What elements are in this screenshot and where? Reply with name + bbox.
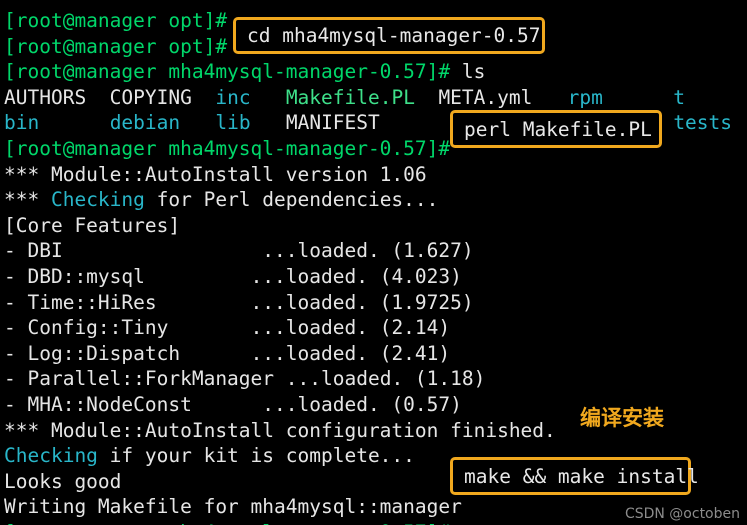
highlight-box-perl-command: perl Makefile.PL [450,110,662,148]
output-checking-keyword: Checking [50,188,145,212]
output-writing-makefile: Writing Makefile for mha4mysql::manager [4,495,462,519]
ls-gap [251,111,286,134]
ls-entry-tests: tests [673,111,733,135]
ls-gap [86,86,109,109]
ls-entry-lib: lib [215,111,251,135]
watermark-csdn: CSDN @octoben [624,506,740,522]
terminal-line-dep-4: - Config::Tiny ...loaded. (2.14) [0,315,747,341]
dep-module-name: - Config::Tiny [4,316,169,340]
dep-status: ...loaded. (0.57) [262,392,462,416]
highlight-box-make-command: make && make install [450,457,699,495]
ls-entry-bin: bin [4,111,40,135]
ls-entry-copying: COPYING [109,85,192,109]
shell-prompt: [root@manager opt]# [4,9,228,32]
output-config-finished: *** Module::AutoInstall configuration fi… [4,418,556,442]
dep-module-name: - Parallel::ForkManager [4,367,275,391]
dep-module-name: - MHA::NodeConst [4,392,192,416]
ls-entry-inc: inc [215,85,251,109]
ls-gap [415,86,438,109]
highlight-text-cd: cd mha4mysql-manager-0.57 [247,24,541,47]
dep-gap [192,393,262,416]
terminal-line-autoinstall-version: *** Module::AutoInstall version 1.06 [0,162,747,188]
output-autoinstall-version: *** Module::AutoInstall version 1.06 [4,162,427,186]
dep-module-name: - DBI [4,239,63,263]
output-core-features-header: [Core Features] [4,213,181,237]
dep-status: ...loaded. (1.9725) [250,290,474,314]
dep-status: ...loaded. (1.627) [262,239,474,263]
output-looks-good: Looks good [4,469,122,493]
terminal-line-dep-3: - Time::HiRes ...loaded. (1.9725) [0,290,747,316]
highlight-box-cd-command: cd mha4mysql-manager-0.57 [233,17,545,54]
output-checking-kit-rest: if your kit is complete... [97,444,415,468]
terminal-line-ls-row-1: AUTHORS COPYING inc Makefile.PL META.yml… [0,85,747,111]
dep-status: ...loaded. (2.41) [250,341,451,365]
terminal-line-prompt-3: [root@manager mha4mysql-manager-0.57]# l… [0,59,747,85]
dep-gap [168,316,250,339]
ls-entry-manifest: MANIFEST [285,111,380,135]
terminal-line-dep-2: - DBD::mysql ...loaded. (4.023) [0,264,747,290]
ls-gap [251,86,286,109]
ls-gap [180,111,215,134]
highlight-text-make: make && make install [464,464,699,488]
ls-gap [603,86,673,109]
terminal-line-core-features: [Core Features] [0,213,747,239]
dep-gap [145,265,251,288]
annotation-compile-install: 编译安装 [580,406,664,430]
ls-entry-t: t [673,85,686,109]
dep-gap [63,239,263,262]
terminal-line-dep-6: - Parallel::ForkManager ...loaded. (1.18… [0,366,747,392]
output-asterisk-prefix: *** [4,188,51,212]
ls-gap [532,86,567,109]
highlight-text-perl: perl Makefile.PL [464,117,652,141]
output-checking-keyword: Checking [4,444,98,468]
command-ls: ls [450,60,486,84]
dep-module-name: - Log::Dispatch [4,341,181,365]
dep-status: ...loaded. (2.14) [250,316,451,340]
dep-status: ...loaded. (4.023) [250,264,462,288]
ls-gap [192,86,215,109]
terminal-line-dep-1: - DBI ...loaded. (1.627) [0,238,747,264]
dep-gap [157,291,251,314]
dep-gap [180,342,250,365]
terminal-line-dep-5: - Log::Dispatch ...loaded. (2.41) [0,341,747,367]
output-checking-deps-rest: for Perl dependencies... [144,188,439,212]
ls-entry-debian: debian [109,111,181,135]
ls-entry-rpm: rpm [567,85,603,109]
shell-prompt: [root@manager mha4mysql-manager-0.57]# [4,521,450,525]
shell-prompt: [root@manager mha4mysql-manager-0.57]# [4,60,451,84]
shell-prompt: [root@manager opt]# [4,34,228,58]
dep-gap [274,367,286,390]
dep-module-name: - Time::HiRes [4,290,157,314]
terminal-screen: [root@manager opt]# [root@manager opt]# … [0,0,747,525]
ls-entry-makefile-pl: Makefile.PL [285,85,415,109]
ls-entry-meta-yml: META.yml [438,85,533,109]
dep-status: ...loaded. (1.18) [285,367,486,391]
shell-prompt: [root@manager mha4mysql-manager-0.57]# [4,136,451,160]
ls-gap [39,111,109,134]
ls-gap [380,111,450,134]
terminal-window[interactable]: [root@manager opt]# [root@manager opt]# … [0,0,747,525]
dep-module-name: - DBD::mysql [4,264,145,288]
terminal-line-partial-top: [root@manager opt]# [0,0,747,8]
terminal-line-checking-deps: *** Checking for Perl dependencies... [0,187,747,213]
ls-entry-authors: AUTHORS [4,85,87,109]
